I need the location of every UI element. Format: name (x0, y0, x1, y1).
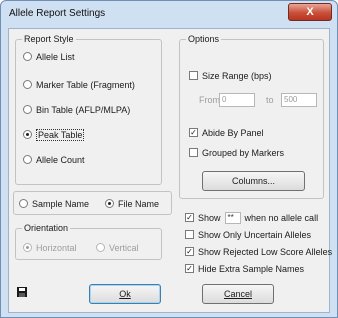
radio-indicator[interactable] (96, 243, 105, 252)
show-prefix-label: Show (198, 212, 221, 223)
ok-button[interactable]: Ok (89, 284, 161, 304)
orientation-legend: Orientation (22, 223, 71, 234)
hide-extra-checkbox[interactable]: ✓ Hide Extra Sample Names (185, 262, 304, 275)
ok-label: Ok (119, 289, 131, 299)
radio-bin-table[interactable]: Bin Table (AFLP/MLPA) (23, 103, 130, 116)
title-bar[interactable]: Allele Report Settings X (1, 1, 337, 28)
checkbox-box[interactable] (189, 71, 198, 80)
cancel-button[interactable]: Cancel (202, 284, 274, 304)
show-suffix-label: when no allele call (244, 212, 319, 223)
floppy-disk-icon[interactable] (17, 287, 27, 297)
radio-vertical-label: Vertical (109, 242, 139, 253)
close-icon: X (306, 6, 314, 18)
window-title: Allele Report Settings (9, 8, 106, 19)
dialog-window: Allele Report Settings X Report Style Al… (0, 0, 338, 318)
size-range-checkbox[interactable]: Size Range (bps) (189, 69, 272, 82)
radio-allele-list-label: Allele List (36, 51, 75, 62)
options-legend: Options (186, 34, 222, 45)
radio-indicator[interactable] (23, 155, 32, 164)
show-rejected-checkbox[interactable]: ✓ Show Rejected Low Score Alleles (185, 245, 332, 258)
radio-indicator[interactable] (23, 130, 32, 139)
radio-marker-table-label: Marker Table (Fragment) (36, 79, 135, 90)
from-input[interactable]: 0 (219, 93, 255, 107)
radio-bin-table-label: Bin Table (AFLP/MLPA) (36, 104, 131, 115)
show-only-uncertain-checkbox[interactable]: Show Only Uncertain Alleles (185, 228, 311, 241)
close-button[interactable]: X (288, 3, 332, 21)
dialog-client-area: Report Style Allele List Marker Table (F… (8, 28, 332, 313)
radio-allele-count[interactable]: Allele Count (23, 153, 85, 166)
to-input[interactable]: 500 (281, 93, 317, 107)
no-call-marker-input[interactable]: ** (224, 211, 241, 224)
show-rejected-label: Show Rejected Low Score Alleles (198, 246, 333, 257)
show-when-no-call-checkbox[interactable]: ✓ Show ** when no allele call (185, 211, 318, 224)
abide-by-panel-checkbox[interactable]: ✓ Abide By Panel (189, 126, 264, 139)
radio-peak-table[interactable]: Peak Table (23, 128, 85, 141)
hide-extra-label: Hide Extra Sample Names (198, 263, 305, 274)
abide-by-panel-label: Abide By Panel (202, 127, 264, 138)
radio-sample-name-label: Sample Name (32, 198, 90, 209)
radio-indicator[interactable] (23, 52, 32, 61)
radio-indicator[interactable] (23, 80, 32, 89)
grouped-by-markers-checkbox[interactable]: Grouped by Markers (189, 146, 284, 159)
size-range-label: Size Range (bps) (202, 70, 272, 81)
radio-allele-list[interactable]: Allele List (23, 50, 75, 63)
radio-indicator[interactable] (105, 199, 114, 208)
columns-button[interactable]: Columns... (202, 171, 305, 191)
checkbox-box[interactable]: ✓ (185, 247, 194, 256)
radio-sample-name[interactable]: Sample Name (19, 197, 89, 210)
radio-indicator[interactable] (23, 105, 32, 114)
radio-file-name[interactable]: File Name (105, 197, 159, 210)
checkbox-box[interactable] (189, 148, 198, 157)
show-only-uncertain-label: Show Only Uncertain Alleles (198, 229, 312, 240)
checkbox-box[interactable] (185, 230, 194, 239)
checkbox-box[interactable]: ✓ (185, 213, 194, 222)
radio-horizontal-label: Horizontal (36, 242, 77, 253)
radio-marker-table[interactable]: Marker Table (Fragment) (23, 78, 135, 91)
radio-horizontal[interactable]: Horizontal (23, 241, 77, 254)
radio-allele-count-label: Allele Count (36, 154, 85, 165)
radio-indicator[interactable] (23, 243, 32, 252)
cancel-label: Cancel (223, 289, 252, 299)
to-label: to (266, 95, 274, 105)
radio-peak-table-label: Peak Table (36, 128, 85, 141)
report-style-legend: Report Style (22, 34, 76, 45)
grouped-by-markers-label: Grouped by Markers (202, 147, 285, 158)
checkbox-box[interactable]: ✓ (189, 128, 198, 137)
from-label: From (199, 95, 220, 105)
checkbox-box[interactable]: ✓ (185, 264, 194, 273)
radio-indicator[interactable] (19, 199, 28, 208)
radio-file-name-label: File Name (118, 198, 160, 209)
radio-vertical[interactable]: Vertical (96, 241, 139, 254)
